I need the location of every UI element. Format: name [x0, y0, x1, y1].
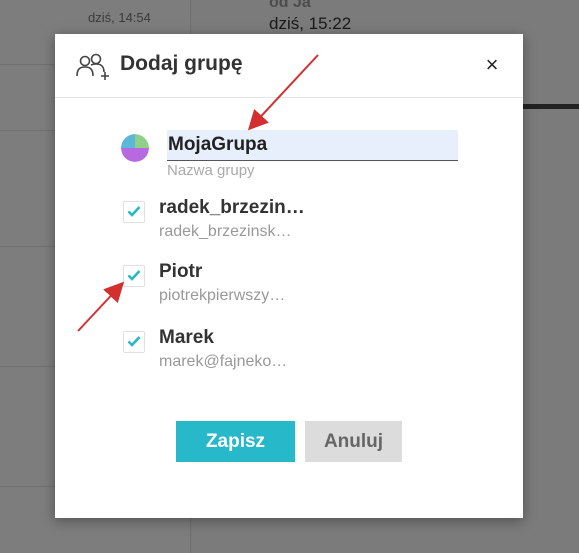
member-item[interactable]: radek_brzezin… radek_brzezinsk… [123, 197, 483, 247]
close-icon[interactable]: × [481, 54, 503, 76]
group-avatar [121, 134, 149, 162]
dialog-title: Dodaj grupę [120, 52, 243, 75]
member-item[interactable]: Marek marek@fajneko… [123, 327, 483, 377]
add-group-icon [76, 53, 109, 80]
checkmark-icon [127, 206, 141, 217]
dialog-header: Dodaj grupę × [55, 34, 523, 98]
member-name: radek_brzezin… [159, 197, 305, 218]
checkmark-icon [127, 336, 141, 347]
member-checkbox[interactable] [123, 265, 145, 287]
add-group-dialog: Dodaj grupę × Nazwa grupy radek_brzezin…… [55, 34, 523, 518]
checkmark-icon [127, 270, 141, 281]
group-name-input[interactable] [167, 130, 458, 161]
member-item[interactable]: Piotr piotrekpierwszy… [123, 261, 483, 311]
member-name: Piotr [159, 261, 203, 282]
member-checkbox[interactable] [123, 201, 145, 223]
member-name: Marek [159, 327, 214, 348]
member-checkbox[interactable] [123, 331, 145, 353]
member-email: radek_brzezinsk… [159, 223, 292, 240]
save-button[interactable]: Zapisz [176, 421, 295, 462]
member-email: piotrekpierwszy… [159, 287, 286, 304]
group-name-hint: Nazwa grupy [167, 162, 255, 179]
member-email: marek@fajneko… [159, 353, 288, 370]
cancel-button[interactable]: Anuluj [305, 421, 402, 462]
